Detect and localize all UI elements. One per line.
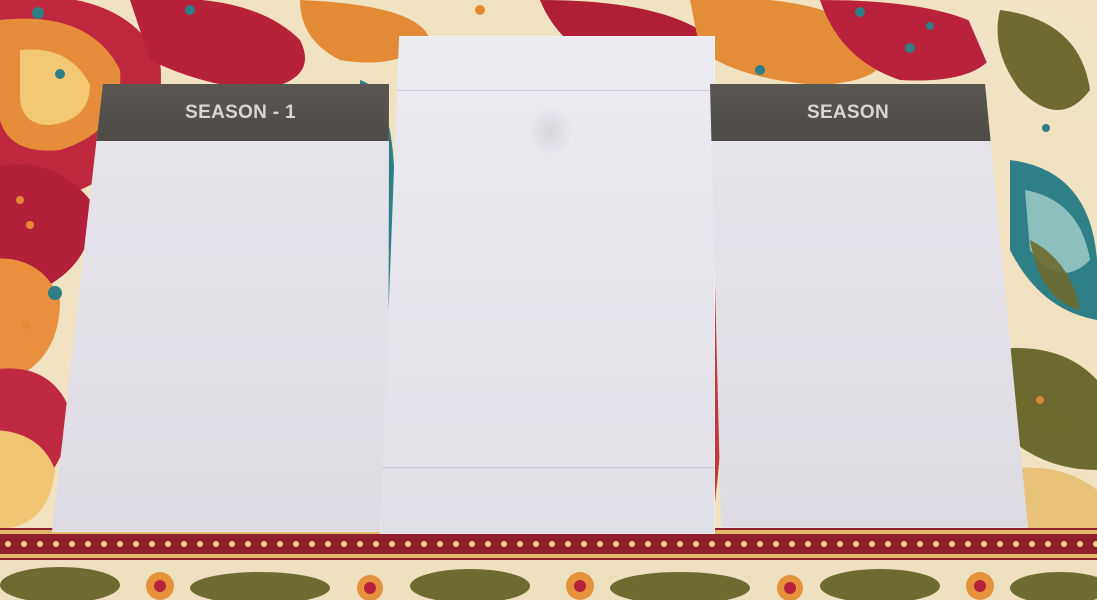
border-dot (69, 541, 75, 547)
border-dot (933, 541, 939, 547)
border-dot (453, 541, 459, 547)
season-1-card: SEASON - 1 (52, 84, 389, 532)
border-dot (885, 541, 891, 547)
border-dot (133, 541, 139, 547)
border-dot (789, 541, 795, 547)
border-dot (917, 541, 923, 547)
border-dot (565, 541, 571, 547)
border-dot (277, 541, 283, 547)
blank-center-card (380, 36, 715, 534)
border-dot (805, 541, 811, 547)
border-dot (421, 541, 427, 547)
border-dot (517, 541, 523, 547)
border-dot (245, 541, 251, 547)
card-header-text: SEASON (806, 101, 890, 123)
border-dot (837, 541, 843, 547)
border-dot (181, 541, 187, 547)
border-dot (293, 541, 299, 547)
border-dot (341, 541, 347, 547)
border-dot (373, 541, 379, 547)
card-header-text: SEASON - 1 (185, 101, 296, 123)
card-fold-line-top (380, 90, 715, 91)
photo-scene: SEASON - 1 SEASON (0, 0, 1097, 600)
border-dot (997, 541, 1003, 547)
border-dot (5, 541, 11, 547)
border-dot (261, 541, 267, 547)
border-dot (1077, 541, 1083, 547)
border-dot (901, 541, 907, 547)
border-dot (229, 541, 235, 547)
card-glare (528, 106, 573, 156)
border-dot (741, 541, 747, 547)
border-dot (581, 541, 587, 547)
border-dot (549, 541, 555, 547)
border-dot (37, 541, 43, 547)
border-dot (821, 541, 827, 547)
border-dot (645, 541, 651, 547)
border-dot (757, 541, 763, 547)
card-header: SEASON (710, 84, 1028, 141)
border-dot (677, 541, 683, 547)
border-dot (501, 541, 507, 547)
border-dot (853, 541, 859, 547)
border-dot (693, 541, 699, 547)
border-dot (949, 541, 955, 547)
border-dot (1029, 541, 1035, 547)
border-dot (1061, 541, 1067, 547)
border-dot (165, 541, 171, 547)
border-dot (197, 541, 203, 547)
border-dot (613, 541, 619, 547)
border-dot (437, 541, 443, 547)
border-dot (1013, 541, 1019, 547)
border-dot (117, 541, 123, 547)
border-dot (309, 541, 315, 547)
border-dot (965, 541, 971, 547)
border-dot (1045, 541, 1051, 547)
border-dot (981, 541, 987, 547)
card-fold-line-bottom (380, 467, 715, 468)
card-header: SEASON - 1 (52, 84, 389, 141)
border-dot (629, 541, 635, 547)
border-dot (213, 541, 219, 547)
border-dot (389, 541, 395, 547)
border-dot (773, 541, 779, 547)
border-dot (101, 541, 107, 547)
border-dot (597, 541, 603, 547)
border-dot (149, 541, 155, 547)
border-dot (21, 541, 27, 547)
border-dot (325, 541, 331, 547)
border-dot (869, 541, 875, 547)
border-dot (357, 541, 363, 547)
border-dot (661, 541, 667, 547)
season-card: SEASON (710, 84, 1028, 528)
border-dot (53, 541, 59, 547)
border-dot (85, 541, 91, 547)
border-dot (725, 541, 731, 547)
border-dot (709, 541, 715, 547)
border-dot (485, 541, 491, 547)
border-dot (533, 541, 539, 547)
border-dot (469, 541, 475, 547)
border-dot (405, 541, 411, 547)
